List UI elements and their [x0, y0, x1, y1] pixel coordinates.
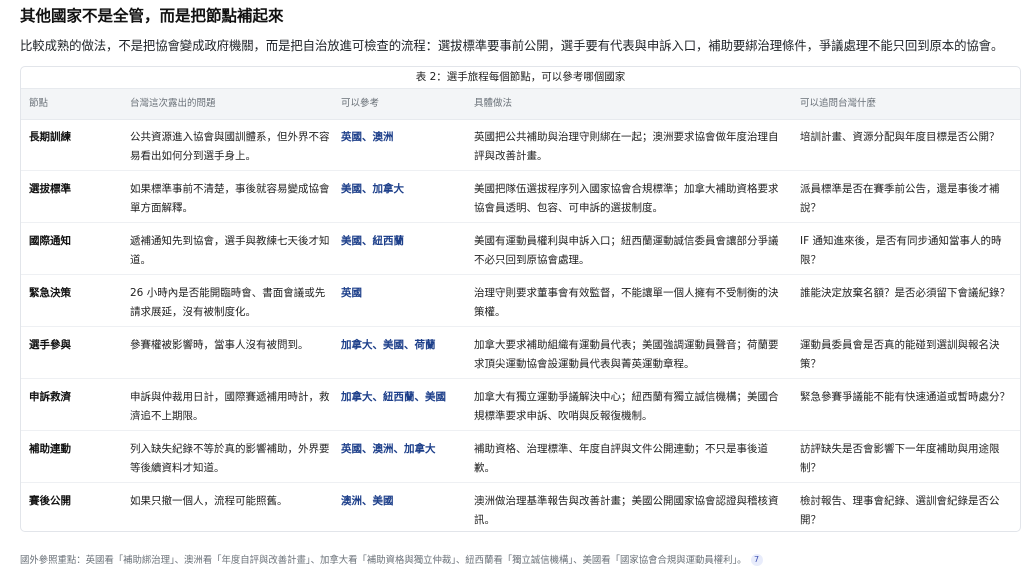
table-row: 緊急決策 26 小時內是否能開臨時會、書面會議或先請求展延，沒有被制度化。 英國 治理…	[21, 275, 1020, 327]
row-node: 申訴救濟	[29, 391, 71, 403]
row-ask: 培訓計畫、資源分配與年度目標是否公開？	[800, 131, 1000, 143]
row-ask: 緊急參賽爭議能不能有快速通道或暫時處分？	[800, 391, 1010, 403]
row-node: 補助連動	[29, 443, 71, 455]
row-ask: 派員標準是否在賽季前公告，還是事後才補說？	[800, 183, 1000, 214]
row-reference: 美國、加拿大	[341, 183, 404, 195]
row-practice: 美國把隊伍選拔程序列入國家協會合規標準；加拿大補助資格要求協會員透明、包容、可申…	[474, 183, 779, 214]
row-practice: 加拿大要求補助組織有運動員代表；美國強調運動員聲音；荷蘭要求頂尖運動協會設運動員…	[474, 339, 779, 370]
row-node: 選手參與	[29, 339, 71, 351]
table-row: 國際通知 遞補通知先到協會，選手與教練七天後才知道。 美國、紐西蘭 美國有運動員權利與…	[21, 223, 1020, 275]
table-row: 選拔標準 如果標準事前不清楚，事後就容易變成協會單方面解釋。 美國、加拿大 美國把隊伍…	[21, 171, 1020, 223]
header-node: 節點	[29, 98, 49, 109]
row-node: 賽後公開	[29, 495, 71, 507]
row-problem: 如果標準事前不清楚，事後就容易變成協會單方面解釋。	[130, 183, 330, 214]
row-problem: 參賽權被影響時，當事人沒有被問到。	[130, 339, 309, 351]
footer-text: 國外參照重點：英國看「補助綁治理」、澳洲看「年度自評與改善計畫」、加拿大看「補助…	[20, 555, 747, 566]
row-practice: 澳洲做治理基準報告與改善計畫；美國公開國家協會認證與稽核資訊。	[474, 495, 779, 526]
row-reference: 英國、澳洲	[341, 131, 394, 143]
table-row: 長期訓練 公共資源進入協會與國訓體系，但外界不容易看出如何分到選手身上。 英國、澳洲…	[21, 119, 1020, 171]
row-problem: 公共資源進入協會與國訓體系，但外界不容易看出如何分到選手身上。	[130, 131, 330, 162]
table-caption: 表 2：選手旅程每個節點，可以參考哪個國家	[415, 71, 626, 83]
row-node: 國際通知	[29, 235, 71, 247]
row-reference: 加拿大、紐西蘭、美國	[341, 391, 446, 403]
row-reference: 英國	[341, 287, 362, 299]
table-row: 補助連動 列入缺失紀錄不等於真的影響補助，外界要等後續資料才知道。 英國、澳洲、加拿…	[21, 431, 1020, 483]
header-practice: 具體做法	[474, 98, 513, 109]
comparison-table-card: 表 2：選手旅程每個節點，可以參考哪個國家 節點 台灣這次露出的問題 可以參考 …	[20, 66, 1021, 532]
row-ask: 運動員委員會是否真的能碰到選訓與報名決策？	[800, 339, 1000, 370]
footer-note: 國外參照重點：英國看「補助綁治理」、澳洲看「年度自評與改善計畫」、加拿大看「補助…	[20, 552, 1020, 566]
row-problem: 如果只撤一個人，流程可能照舊。	[130, 495, 288, 507]
header-ask: 可以追問台灣什麼	[800, 98, 877, 109]
header-problem: 台灣這次露出的問題	[130, 98, 216, 109]
row-ask: 訪評缺失是否會影響下一年度補助與用途限制？	[800, 443, 1000, 474]
row-practice: 加拿大有獨立運動爭議解決中心；紐西蘭有獨立誠信機構；美國合規標準要求申訴、吹哨與…	[474, 391, 779, 422]
row-ask: 檢討報告、理事會紀錄、選訓會紀錄是否公開？	[800, 495, 1000, 526]
row-reference: 英國、澳洲、加拿大	[341, 443, 436, 455]
page-title: 其他國家不是全管，而是把節點補起來	[20, 6, 284, 25]
row-node: 長期訓練	[29, 131, 71, 143]
table-row: 賽後公開 如果只撤一個人，流程可能照舊。 澳洲、美國 澳洲做治理基準報告與改善計畫；美…	[21, 483, 1020, 531]
citation-badge[interactable]: 7	[750, 554, 763, 566]
lead-paragraph: 比較成熟的做法，不是把協會變成政府機關，而是把自治放進可檢查的流程：選拔標準要事…	[20, 38, 1004, 53]
table-row: 申訴救濟 申訴與仲裁用日計，國際賽遞補用時計，救濟追不上期限。 加拿大、紐西蘭、美國…	[21, 379, 1020, 431]
row-node: 選拔標準	[29, 183, 71, 195]
row-problem: 申訴與仲裁用日計，國際賽遞補用時計，救濟追不上期限。	[130, 391, 330, 422]
row-practice: 治理守則要求董事會有效監督，不能讓單一個人擁有不受制衡的決策權。	[474, 287, 779, 318]
row-ask: IF 通知進來後，是否有同步通知當事人的時限？	[800, 235, 1002, 266]
row-problem: 列入缺失紀錄不等於真的影響補助，外界要等後續資料才知道。	[130, 443, 330, 474]
table-row: 選手參與 參賽權被影響時，當事人沒有被問到。 加拿大、美國、荷蘭 加拿大要求補助組織有…	[21, 327, 1020, 379]
row-ask: 誰能決定放棄名額？是否必須留下會議紀錄？	[800, 287, 1010, 299]
row-reference: 美國、紐西蘭	[341, 235, 404, 247]
table-header: 節點 台灣這次露出的問題 可以參考 具體做法 可以追問台灣什麼	[21, 88, 1020, 120]
row-practice: 補助資格、治理標準、年度自評與文件公開連動；不只是事後道歉。	[474, 443, 768, 474]
row-problem: 遞補通知先到協會，選手與教練七天後才知道。	[130, 235, 330, 266]
row-reference: 加拿大、美國、荷蘭	[341, 339, 436, 351]
row-practice: 美國有運動員權利與申訴入口；紐西蘭運動誠信委員會讓部分爭議不必只回到原協會處理。	[474, 235, 779, 266]
row-reference: 澳洲、美國	[341, 495, 394, 507]
row-practice: 英國把公共補助與治理守則綁在一起；澳洲要求協會做年度治理自評與改善計畫。	[474, 131, 779, 162]
row-problem: 26 小時內是否能開臨時會、書面會議或先請求展延，沒有被制度化。	[130, 287, 326, 318]
header-reference: 可以參考	[341, 98, 380, 109]
row-node: 緊急決策	[29, 287, 71, 299]
